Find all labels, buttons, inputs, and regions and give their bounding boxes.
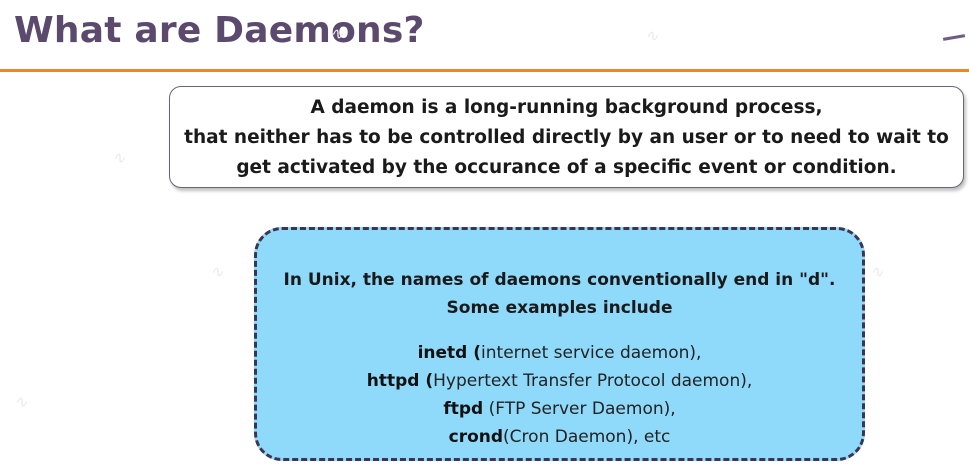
example-item-ftpd: ftpd (FTP Server Daemon), [257, 399, 862, 419]
examples-intro-line-2: Some examples include [446, 298, 673, 318]
pen-mark-icon [942, 34, 966, 41]
examples-callout: In Unix, the names of daemons convention… [254, 227, 865, 461]
slide-title: What are Daemons? [14, 10, 425, 51]
example-desc: internet service daemon), [481, 343, 702, 363]
watermark-logo: ∿ [870, 262, 884, 281]
definition-line-1: A daemon is a long-running background pr… [310, 97, 823, 118]
example-desc: (Cron Daemon), etc [503, 427, 671, 447]
example-desc: (FTP Server Daemon), [488, 399, 676, 419]
example-item-crond: crond(Cron Daemon), etc [257, 427, 862, 447]
example-name: inetd [417, 343, 468, 363]
definition-line-3: get activated by the occurance of a spec… [236, 157, 897, 178]
watermark-logo: ∿ [210, 262, 224, 281]
definition-callout: A daemon is a long-running background pr… [169, 86, 964, 188]
example-name: httpd [366, 371, 420, 391]
watermark-logo: ∿ [645, 26, 659, 45]
title-underline [0, 69, 969, 72]
slide: What are Daemons? ∿ ∿ ∿ ∿ ∿ ∿ A daemon i… [0, 0, 969, 475]
watermark-logo: ∿ [330, 24, 344, 43]
example-item-httpd: httpd (Hypertext Transfer Protocol daemo… [366, 371, 753, 391]
watermark-logo: ∿ [14, 392, 28, 411]
example-name: ftpd [443, 399, 484, 419]
definition-line-2: that neither has to be controlled direct… [184, 127, 949, 148]
example-item-inetd: inetd (internet service daemon), [417, 343, 702, 363]
examples-intro-line-1: In Unix, the names of daemons convention… [283, 270, 836, 290]
example-name: crond [448, 427, 504, 447]
watermark-logo: ∿ [112, 148, 126, 167]
example-desc: Hypertext Transfer Protocol daemon), [433, 371, 753, 391]
